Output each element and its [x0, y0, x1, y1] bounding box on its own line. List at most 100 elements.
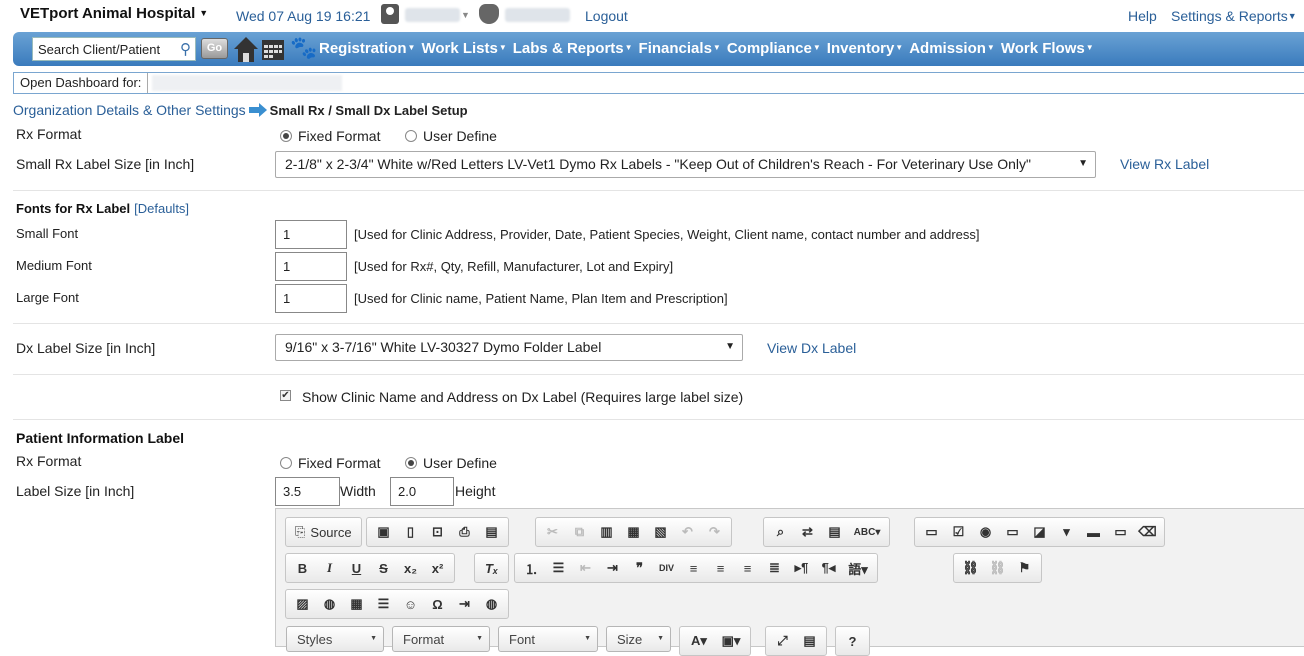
patient-user-define-radio[interactable]: User Define: [405, 455, 497, 471]
label-width-input[interactable]: 3.5: [275, 477, 340, 506]
align-left-icon[interactable]: ≡: [680, 556, 707, 580]
preview-icon[interactable]: ⊡: [424, 520, 451, 544]
link-icon[interactable]: ⛓: [957, 556, 984, 580]
rtl-icon[interactable]: ¶◂: [815, 556, 842, 580]
div-icon[interactable]: DIV: [653, 556, 680, 580]
remove-format-icon[interactable]: Tₓ: [478, 556, 505, 580]
bg-color-icon[interactable]: ▣▾: [715, 629, 747, 653]
text-field-icon[interactable]: ▭: [999, 520, 1026, 544]
smiley-icon[interactable]: ☺: [397, 592, 424, 616]
help-link[interactable]: Help: [1128, 8, 1157, 24]
textarea-icon[interactable]: ◪: [1026, 520, 1053, 544]
save-icon[interactable]: ▣: [370, 520, 397, 544]
menu-work-lists[interactable]: Work Lists▼: [421, 40, 512, 57]
button-field-icon[interactable]: ▬: [1080, 520, 1107, 544]
menu-compliance[interactable]: Compliance▼: [727, 40, 827, 57]
italic-icon[interactable]: I: [316, 556, 343, 580]
small-font-input[interactable]: 1: [275, 220, 347, 249]
menu-inventory[interactable]: Inventory▼: [827, 40, 909, 57]
table-icon[interactable]: ▦: [343, 592, 370, 616]
paw-icon[interactable]: 🐾: [290, 36, 317, 60]
unlink-icon[interactable]: ⛓: [984, 556, 1011, 580]
format-combo[interactable]: Format ▼: [392, 626, 490, 652]
spellcheck-icon[interactable]: ABC▾: [848, 520, 886, 544]
special-char-icon[interactable]: Ω: [424, 592, 451, 616]
view-dx-label-link[interactable]: View Dx Label: [767, 340, 856, 356]
underline-icon[interactable]: U: [343, 556, 370, 580]
source-button[interactable]: ⎘ Source: [289, 520, 358, 544]
language-icon[interactable]: 語▾: [842, 556, 874, 580]
dx-label-size-select[interactable]: 9/16" x 3-7/16" White LV-30327 Dymo Fold…: [275, 334, 743, 361]
copy-icon[interactable]: ⧉: [566, 520, 593, 544]
strike-icon[interactable]: S: [370, 556, 397, 580]
templates-icon[interactable]: ▤: [478, 520, 505, 544]
checkbox-icon[interactable]: ☑: [945, 520, 972, 544]
help-icon[interactable]: ?: [839, 629, 866, 653]
replace-icon[interactable]: ⇄: [794, 520, 821, 544]
superscript-icon[interactable]: x²: [424, 556, 451, 580]
hospital-selector[interactable]: VETport Animal Hospital ▼: [20, 5, 208, 22]
menu-work-flows[interactable]: Work Flows▼: [1001, 40, 1100, 57]
search-icon[interactable]: ⚲: [180, 40, 191, 58]
size-combo[interactable]: Size ▼: [606, 626, 671, 652]
bulleted-list-icon[interactable]: ☰: [545, 556, 572, 580]
bold-icon[interactable]: B: [289, 556, 316, 580]
show-blocks-icon[interactable]: ▤: [796, 629, 823, 653]
justify-icon[interactable]: ≣: [761, 556, 788, 580]
rx-user-define-radio[interactable]: User Define: [405, 128, 497, 144]
chevron-down-icon[interactable]: ▼: [461, 10, 470, 20]
text-color-icon[interactable]: A▾: [683, 629, 715, 653]
outdent-icon[interactable]: ⇤: [572, 556, 599, 580]
numbered-list-icon[interactable]: ⒈: [518, 556, 545, 580]
label-height-input[interactable]: 2.0: [390, 477, 454, 506]
go-button[interactable]: Go: [201, 38, 228, 59]
breadcrumb-parent-link[interactable]: Organization Details & Other Settings: [13, 102, 246, 118]
subscript-icon[interactable]: x₂: [397, 556, 424, 580]
defaults-link[interactable]: [Defaults]: [134, 201, 189, 216]
form-icon[interactable]: ▭: [918, 520, 945, 544]
large-font-input[interactable]: 1: [275, 284, 347, 313]
menu-financials[interactable]: Financials▼: [639, 40, 727, 57]
patient-fixed-format-radio[interactable]: Fixed Format: [280, 455, 380, 471]
home-icon[interactable]: [232, 35, 260, 63]
new-page-icon[interactable]: ▯: [397, 520, 424, 544]
view-rx-label-link[interactable]: View Rx Label: [1120, 156, 1209, 172]
redo-icon[interactable]: ↷: [701, 520, 728, 544]
show-clinic-checkbox[interactable]: ✔: [280, 390, 291, 401]
font-combo[interactable]: Font ▼: [498, 626, 598, 652]
menu-registration[interactable]: Registration▼: [319, 40, 421, 57]
maximize-icon[interactable]: ⤢: [769, 629, 796, 653]
menu-admission[interactable]: Admission▼: [909, 40, 1001, 57]
paste-text-icon[interactable]: ▦: [620, 520, 647, 544]
styles-combo[interactable]: Styles ▼: [286, 626, 384, 652]
undo-icon[interactable]: ↶: [674, 520, 701, 544]
calendar-icon[interactable]: [261, 37, 285, 61]
menu-labs-reports[interactable]: Labs & Reports▼: [513, 40, 639, 57]
flash-icon[interactable]: ◍: [316, 592, 343, 616]
blockquote-icon[interactable]: ❞: [626, 556, 653, 580]
logout-link[interactable]: Logout: [585, 8, 628, 24]
user-icon[interactable]: [381, 4, 399, 24]
iframe-icon[interactable]: ◍: [478, 592, 505, 616]
settings-reports-menu[interactable]: Settings & Reports▼: [1171, 8, 1297, 24]
select-field-icon[interactable]: ▾: [1053, 520, 1080, 544]
medium-font-input[interactable]: 1: [275, 252, 347, 281]
shield-icon[interactable]: [479, 4, 499, 24]
page-break-icon[interactable]: ⇥: [451, 592, 478, 616]
align-right-icon[interactable]: ≡: [734, 556, 761, 580]
dashboard-input-redacted[interactable]: [152, 75, 343, 91]
find-icon[interactable]: ⌕: [767, 520, 794, 544]
search-input[interactable]: Search Client/Patient ⚲: [32, 37, 196, 61]
image-icon[interactable]: ▨: [289, 592, 316, 616]
image-button-icon[interactable]: ▭: [1107, 520, 1134, 544]
paste-word-icon[interactable]: ▧: [647, 520, 674, 544]
hidden-field-icon[interactable]: ⌫: [1134, 520, 1161, 544]
horizontal-rule-icon[interactable]: ☰: [370, 592, 397, 616]
print-icon[interactable]: ⎙: [451, 520, 478, 544]
select-all-icon[interactable]: ▤: [821, 520, 848, 544]
cut-icon[interactable]: ✂: [539, 520, 566, 544]
align-center-icon[interactable]: ≡: [707, 556, 734, 580]
rx-fixed-format-radio[interactable]: Fixed Format: [280, 128, 380, 144]
indent-icon[interactable]: ⇥: [599, 556, 626, 580]
user-name-redacted[interactable]: [405, 8, 460, 22]
